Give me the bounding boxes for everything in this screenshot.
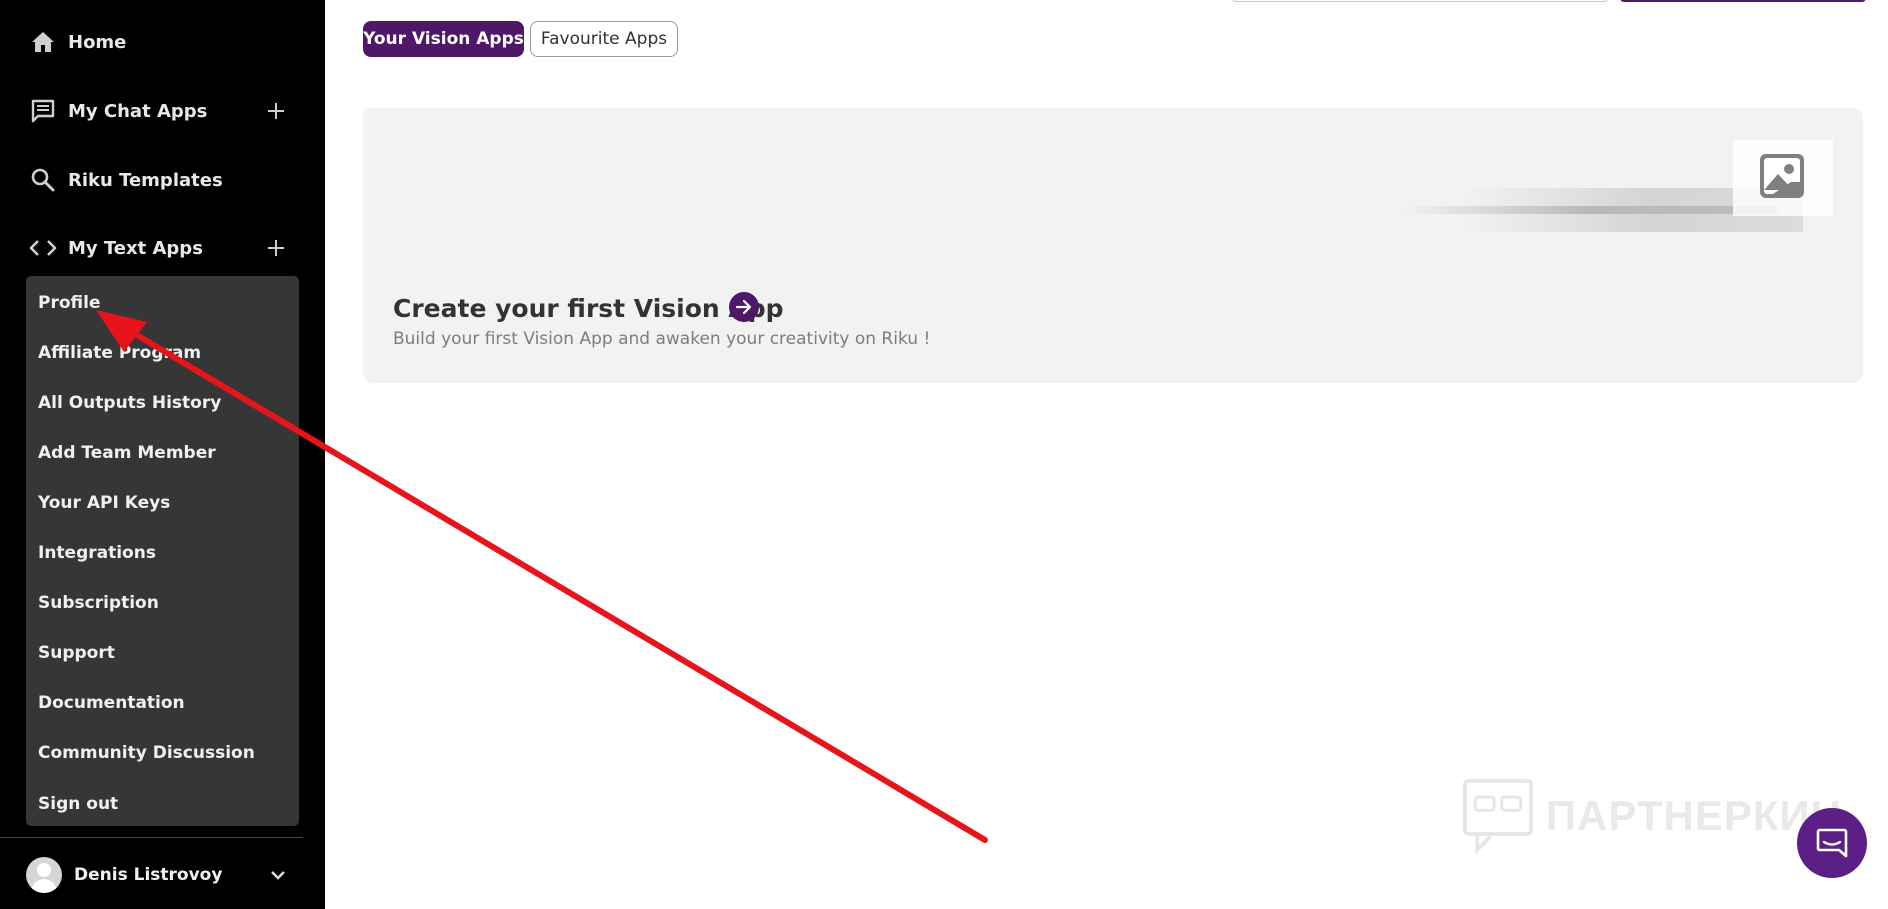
nav-home-label: Home <box>68 31 127 53</box>
watermark-logo-icon <box>1462 779 1533 855</box>
menu-item-support[interactable]: Support <box>38 636 293 670</box>
menu-item-api-keys[interactable]: Your API Keys <box>38 486 293 520</box>
tab-favourite-apps[interactable]: Favourite Apps <box>530 21 678 57</box>
chevron-down-icon <box>270 865 286 885</box>
arrow-right-icon[interactable] <box>729 292 759 322</box>
user-account-toggle[interactable]: Denis Listrovoy <box>26 855 286 895</box>
menu-item-sign-out[interactable]: Sign out <box>38 787 293 821</box>
chat-icon <box>28 96 58 126</box>
menu-item-documentation[interactable]: Documentation <box>38 686 293 720</box>
tab-your-vision-apps[interactable]: Your Vision Apps <box>363 21 524 57</box>
watermark: ПАРТНЕРКИН <box>1462 776 1842 856</box>
menu-item-integrations[interactable]: Integrations <box>38 536 293 570</box>
search-icon <box>28 165 58 195</box>
sidebar: Home My Chat Apps Riku Templates My Text… <box>0 0 325 909</box>
home-icon <box>28 27 58 57</box>
nav-riku-templates[interactable]: Riku Templates <box>28 160 298 200</box>
nav-my-chat-apps-label: My Chat Apps <box>68 100 208 122</box>
menu-item-subscription[interactable]: Subscription <box>38 586 293 620</box>
add-chat-app-plus-icon[interactable] <box>264 99 288 123</box>
nav-my-text-apps-label: My Text Apps <box>68 237 203 259</box>
menu-item-profile[interactable]: Profile <box>38 286 293 320</box>
create-vision-app-card[interactable]: Create your first Vision App Build your … <box>363 108 1863 383</box>
sidebar-divider <box>0 837 303 838</box>
image-placeholder-icon <box>1733 140 1833 216</box>
nav-my-chat-apps[interactable]: My Chat Apps <box>28 91 298 131</box>
chat-bubble-icon <box>1816 828 1848 858</box>
support-chat-button[interactable] <box>1797 808 1867 878</box>
card-description: Build your first Vision App and awaken y… <box>393 329 931 349</box>
nav-home[interactable]: Home <box>28 22 298 62</box>
nav-my-text-apps[interactable]: My Text Apps <box>28 228 298 268</box>
avatar <box>26 857 62 893</box>
add-text-app-plus-icon[interactable] <box>264 236 288 260</box>
user-name: Denis Listrovoy <box>74 865 223 885</box>
account-dropdown-menu: Profile Affiliate Program All Outputs Hi… <box>26 276 299 826</box>
menu-item-add-team-member[interactable]: Add Team Member <box>38 436 293 470</box>
card-title: Create your first Vision App <box>393 294 784 323</box>
nav-riku-templates-label: Riku Templates <box>68 169 223 191</box>
menu-item-affiliate-program[interactable]: Affiliate Program <box>38 336 293 370</box>
search-input[interactable] <box>1232 0 1608 2</box>
create-app-button[interactable] <box>1620 0 1866 2</box>
code-icon <box>28 233 58 263</box>
menu-item-all-outputs-history[interactable]: All Outputs History <box>38 386 293 420</box>
menu-item-community-discussion[interactable]: Community Discussion <box>38 736 293 770</box>
